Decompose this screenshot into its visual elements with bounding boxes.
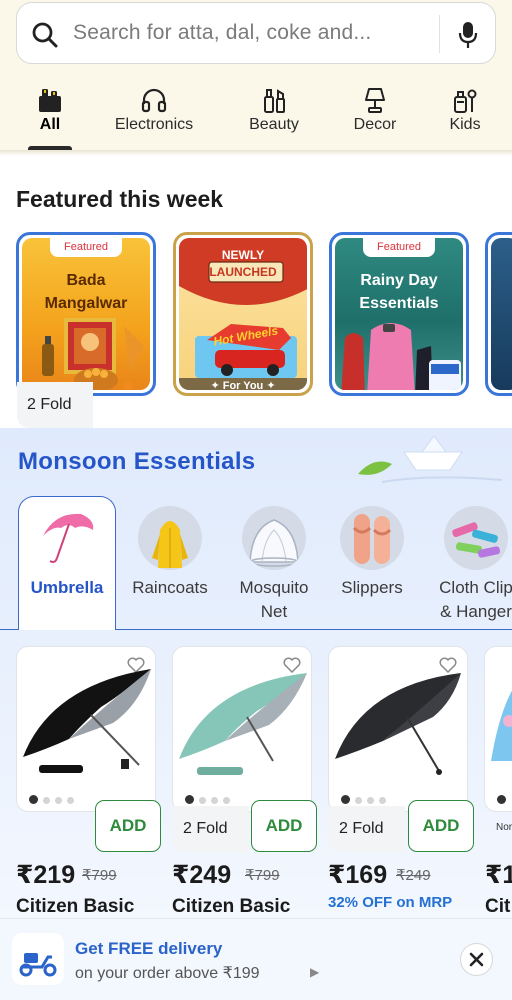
mosquito-net-category-icon: [249, 519, 299, 567]
quantity-variant: 2 Fold: [17, 382, 93, 428]
category-raincoats-label: Raincoats: [132, 578, 208, 597]
tab-electronics[interactable]: Electronics: [108, 80, 200, 150]
category-baseline-left: [0, 629, 18, 630]
category-tabs: All Electronics Beauty Decor Kids: [0, 80, 512, 150]
tab-all-label: All: [39, 116, 61, 133]
product-price-partial: ₹1: [485, 861, 512, 889]
product-offer: 32% OFF on MRP: [328, 894, 453, 911]
printed-umbrella-image: [491, 690, 512, 761]
tab-beauty-label: Beauty: [249, 116, 299, 133]
header-shadow: [0, 150, 512, 156]
for-you-label: ✦ For You ✦: [210, 380, 276, 390]
featured-card-title: Rainy Day Essentials: [359, 272, 439, 312]
raincoat-category-icon: [152, 521, 188, 568]
close-icon: [469, 952, 484, 967]
all-icon: [39, 89, 61, 112]
category-slippers[interactable]: Slippers: [322, 498, 422, 630]
product-price: ₹169: [328, 861, 388, 889]
featured-card-title: Bada Mangalwar: [44, 272, 128, 312]
category-umbrella[interactable]: Umbrella: [17, 498, 117, 630]
tab-electronics-label: Electronics: [114, 116, 194, 133]
scooter-icon-box: [12, 933, 64, 985]
hanuman-puja-image: [42, 318, 144, 390]
free-delivery-title: Get FREE delivery: [75, 939, 223, 958]
cloth-clip-category-icon: [452, 522, 501, 558]
product-name: Citizen Basic: [172, 896, 291, 917]
scooter-icon: [19, 953, 57, 977]
featured-card-partial[interactable]: [485, 232, 512, 396]
tab-decor[interactable]: Decor: [348, 80, 402, 150]
featured-tag: Featured: [362, 238, 436, 257]
category-cloth-clip-hanger[interactable]: Cloth Clip & Hanger: [426, 498, 512, 630]
search-divider: [439, 15, 440, 53]
close-button[interactable]: [460, 943, 493, 976]
newly-badge-line1: NEWLY: [221, 248, 265, 262]
lamp-icon: [365, 88, 385, 113]
search-bar[interactable]: Search for atta, dal, coke and...: [16, 2, 496, 64]
add-to-cart-button[interactable]: ADD: [408, 800, 474, 852]
featured-tag: Featured: [49, 238, 123, 257]
category-slippers-label: Slippers: [341, 578, 403, 597]
umbrella-category-icon: [43, 513, 94, 563]
product-card-partial[interactable]: [484, 646, 512, 812]
product-mrp: ₹799: [82, 867, 117, 884]
tab-beauty[interactable]: Beauty: [244, 80, 304, 150]
free-delivery-bar[interactable]: Get FREE delivery on your order above ₹1…: [0, 918, 512, 1000]
featured-card-hot-wheels[interactable]: NEWLY LAUNCHED Hot Wheels ✦ For You ✦: [173, 232, 313, 396]
headphones-icon: [141, 88, 167, 113]
kids-icon: [454, 89, 477, 113]
tab-kids[interactable]: Kids: [444, 80, 486, 150]
grey-umbrella-image: [335, 673, 461, 775]
paper-boat-decoration: [358, 435, 503, 483]
product-card[interactable]: [328, 646, 468, 812]
launched-badge-line2: LAUNCHED: [209, 265, 277, 279]
product-price: ₹249: [172, 861, 232, 889]
featured-card-rainy-day[interactable]: Featured Rainy Day Essentials: [329, 232, 469, 396]
quantity-variant-partial: Nor: [496, 822, 512, 833]
chevron-right-icon: ▶: [310, 965, 320, 979]
category-cloth-clip-label: Cloth Clip & Hanger: [439, 578, 512, 621]
product-name: Citizen Basic: [16, 896, 135, 917]
mic-icon[interactable]: [457, 21, 479, 49]
product-mrp: ₹799: [245, 867, 280, 884]
black-umbrella-image: [23, 669, 151, 773]
image-carousel-dots: [29, 791, 79, 809]
monsoon-title: Monsoon Essentials: [18, 448, 256, 475]
quantity-variant: 2 Fold: [173, 806, 249, 852]
product-price: ₹219: [16, 861, 76, 889]
top-header: Search for atta, dal, coke and... All El…: [0, 0, 512, 150]
category-umbrella-label: Umbrella: [30, 578, 104, 597]
free-delivery-subtitle: on your order above ₹199: [75, 965, 260, 982]
category-mosquito-net-label: Mosquito Net: [239, 578, 309, 621]
image-carousel-dots: [497, 791, 511, 809]
tab-decor-label: Decor: [353, 116, 397, 133]
search-icon: [32, 22, 58, 48]
add-to-cart-button[interactable]: ADD: [95, 800, 161, 852]
category-mosquito-net[interactable]: Mosquito Net: [224, 498, 324, 630]
product-name-partial: Cit: [485, 896, 511, 917]
tab-all[interactable]: All: [28, 80, 72, 150]
raincoat-image: [341, 323, 461, 390]
featured-title: Featured this week: [16, 186, 224, 212]
teal-umbrella-image: [179, 673, 307, 775]
add-to-cart-button[interactable]: ADD: [251, 800, 317, 852]
product-card[interactable]: [16, 646, 156, 812]
category-raincoats[interactable]: Raincoats: [120, 498, 220, 630]
beauty-icon: [264, 89, 285, 113]
product-mrp: ₹249: [396, 867, 431, 884]
slippers-category-icon: [352, 514, 392, 564]
tab-kids-label: Kids: [449, 116, 481, 133]
product-card[interactable]: [172, 646, 312, 812]
quantity-variant: 2 Fold: [329, 806, 405, 852]
featured-card-bada-mangalwar[interactable]: Featured Bada Mangalwar: [16, 232, 156, 396]
search-placeholder[interactable]: Search for atta, dal, coke and...: [73, 21, 371, 45]
